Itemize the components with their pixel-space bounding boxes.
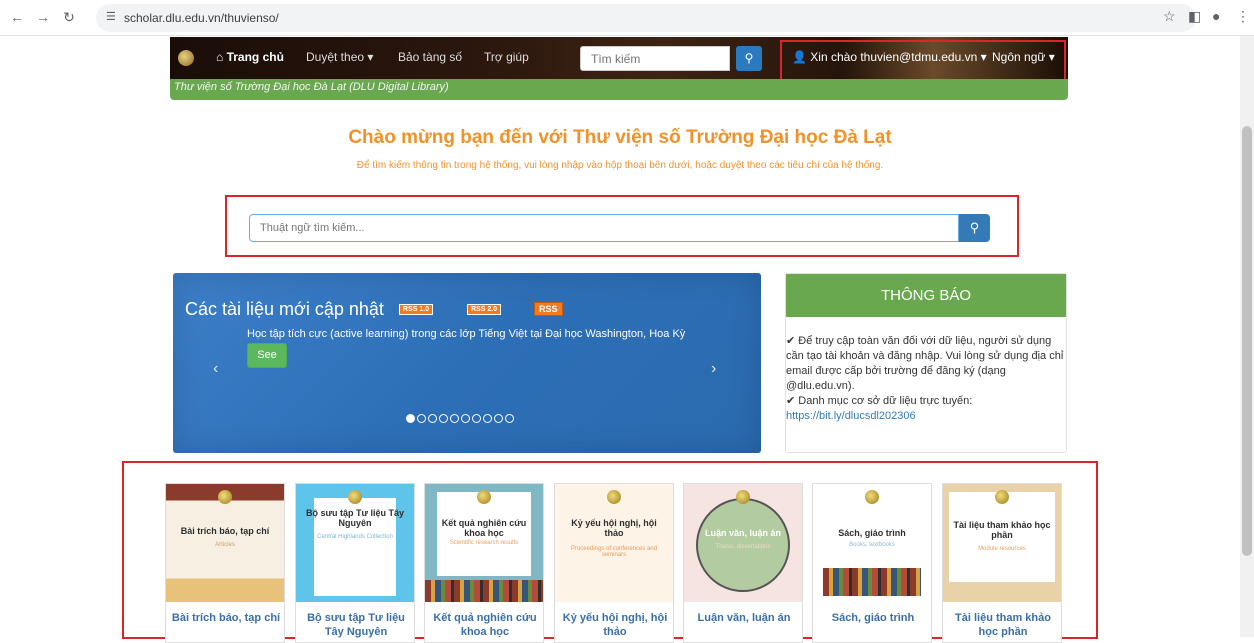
collection-label: Kết quả nghiên cứu khoa học [433, 612, 537, 638]
page-title: Chào mừng bạn đến với Thư viện số Trường… [348, 127, 892, 148]
main-search-box [249, 214, 959, 242]
dlu-logo-icon [348, 490, 362, 504]
carousel-title: Các tài liệu mới cập nhật [185, 299, 384, 319]
collection-card[interactable]: Bộ sưu tập Tư liệu Tây Nguyên Central Hi… [295, 483, 415, 643]
collection-card[interactable]: Tài liệu tham khảo học phần Module resou… [942, 483, 1062, 643]
address-bar[interactable]: ☰ scholar.dlu.edu.vn/thuvienso/ [96, 4, 1196, 32]
collection-label: Tài liệu tham khảo học phần [955, 612, 1051, 638]
caret-down-icon: ▾ [367, 50, 374, 64]
collection-thumbnail: Luận văn, luận án Thesis, dissertations [684, 484, 802, 602]
collection-thumbnail: Bộ sưu tập Tư liệu Tây Nguyên Central Hi… [296, 484, 414, 602]
collection-thumbnail: Sách, giáo trình Books, textbooks [813, 484, 931, 602]
dlu-logo-icon [218, 490, 232, 504]
profile-avatar[interactable]: ● [1212, 8, 1220, 24]
search-icon: ⚲ [744, 51, 754, 65]
carousel-dot[interactable] [461, 414, 470, 423]
nav-home[interactable]: ⌂ Trang chủ [216, 50, 284, 64]
carousel-dot[interactable] [472, 414, 481, 423]
collection-label: Sách, giáo trình [831, 612, 915, 624]
books-illustration [823, 568, 921, 596]
notice-line: ✔ Danh mục cơ sở dữ liệu trực tuyến: [786, 395, 973, 407]
scrollbar-thumb[interactable] [1242, 126, 1252, 556]
carousel-prev-icon[interactable]: ‹ [213, 360, 218, 378]
home-icon: ⌂ [216, 50, 227, 64]
library-strip: Thư viện số Trường Đại học Đà Lạt (DLU D… [170, 79, 1068, 100]
carousel-indicators [406, 414, 514, 423]
bookmark-star-icon[interactable]: ☆ [1163, 8, 1176, 25]
carousel-dot[interactable] [450, 414, 459, 423]
carousel-dot[interactable] [428, 414, 437, 423]
library-strip-text: Thư viện số Trường Đại học Đà Lạt (DLU D… [174, 81, 449, 93]
collection-thumbnail: Bài trích báo, tạp chí Articles [166, 484, 284, 602]
site-logo[interactable] [178, 50, 194, 66]
main-search-input[interactable] [250, 215, 958, 241]
site-info-icon[interactable]: ☰ [106, 10, 116, 23]
main-search-button[interactable]: ⚲ [959, 214, 990, 242]
collection-card[interactable]: Luận văn, luận án Thesis, dissertations … [683, 483, 803, 643]
dlu-logo-icon [607, 490, 621, 504]
see-button[interactable]: See [247, 343, 287, 368]
notice-body: ✔ Để truy cập toàn văn đối với dữ liệu, … [786, 334, 1066, 424]
nav-search-box [580, 46, 730, 71]
collection-card[interactable]: Sách, giáo trình Books, textbooks Sách, … [812, 483, 932, 643]
recent-items-carousel: Các tài liệu mới cập nhật RSS 1.0 RSS 2.… [173, 273, 761, 453]
carousel-dot[interactable] [439, 414, 448, 423]
dlu-logo-icon [865, 490, 879, 504]
notice-panel: THÔNG BÁO ✔ Để truy cập toàn văn đối với… [785, 273, 1067, 453]
nav-museum[interactable]: Bảo tàng số [398, 50, 462, 64]
dlu-logo-icon [995, 490, 1009, 504]
notice-line: ✔ Để truy cập toàn văn đối với dữ liệu, … [786, 335, 1064, 392]
collection-card[interactable]: Kỷ yếu hội nghị, hội thảo Proceedings of… [554, 483, 674, 643]
rss1-badge[interactable]: RSS 1.0 [399, 304, 434, 315]
reload-icon[interactable]: ↻ [60, 9, 78, 26]
browser-toolbar: ← → ↻ ☰ scholar.dlu.edu.vn/thuvienso/ ☆ … [0, 0, 1254, 36]
notice-title: THÔNG BÁO [786, 274, 1066, 317]
collection-thumbnail: Tài liệu tham khảo học phần Module resou… [943, 484, 1061, 602]
sidepanel-icon[interactable]: ◧ [1188, 8, 1201, 25]
collection-label: Bộ sưu tập Tư liệu Tây Nguyên [307, 612, 405, 638]
collection-thumbnail: Kỷ yếu hội nghị, hội thảo Proceedings of… [555, 484, 673, 602]
collection-card[interactable]: Kết quả nghiên cứu khoa học Scientific r… [424, 483, 544, 643]
collection-label: Bài trích báo, tạp chí [171, 612, 281, 624]
nav-browse[interactable]: Duyệt theo ▾ [306, 50, 373, 64]
search-icon: ⚲ [969, 220, 980, 235]
notice-link[interactable]: https://bit.ly/dlucsdl202306 [786, 410, 916, 422]
menu-icon[interactable]: ⋮ [1236, 8, 1250, 25]
collection-label: Luận văn, luận án [697, 612, 791, 624]
rss-badge[interactable]: RSS [534, 302, 563, 316]
collection-thumbnail: Kết quả nghiên cứu khoa học Scientific r… [425, 484, 543, 602]
dlu-logo-icon [477, 490, 491, 504]
carousel-dot[interactable] [494, 414, 503, 423]
back-icon[interactable]: ← [8, 9, 26, 25]
url-text: scholar.dlu.edu.vn/thuvienso/ [124, 11, 279, 25]
rss2-badge[interactable]: RSS 2.0 [467, 304, 502, 315]
carousel-dot[interactable] [505, 414, 514, 423]
nav-search-input[interactable] [581, 47, 729, 70]
page-scrollbar[interactable] [1240, 36, 1254, 637]
collection-label: Kỷ yếu hội nghị, hội thảo [562, 612, 668, 638]
nav-search-button[interactable]: ⚲ [736, 46, 762, 71]
carousel-dot[interactable] [417, 414, 426, 423]
page-subtitle: Để tìm kiếm thông tin trong hệ thống, vu… [356, 160, 884, 171]
forward-icon[interactable]: → [34, 9, 52, 25]
carousel-next-icon[interactable]: › [711, 360, 716, 378]
carousel-dot[interactable] [406, 414, 415, 423]
dlu-logo-icon [736, 490, 750, 504]
carousel-item-text[interactable]: Học tập tích cực (active learning) trong… [247, 328, 685, 340]
carousel-dot[interactable] [483, 414, 492, 423]
nav-help[interactable]: Trợ giúp [484, 50, 529, 64]
collection-card[interactable]: Bài trích báo, tạp chí Articles Bài tríc… [165, 483, 285, 643]
books-illustration [425, 580, 543, 602]
